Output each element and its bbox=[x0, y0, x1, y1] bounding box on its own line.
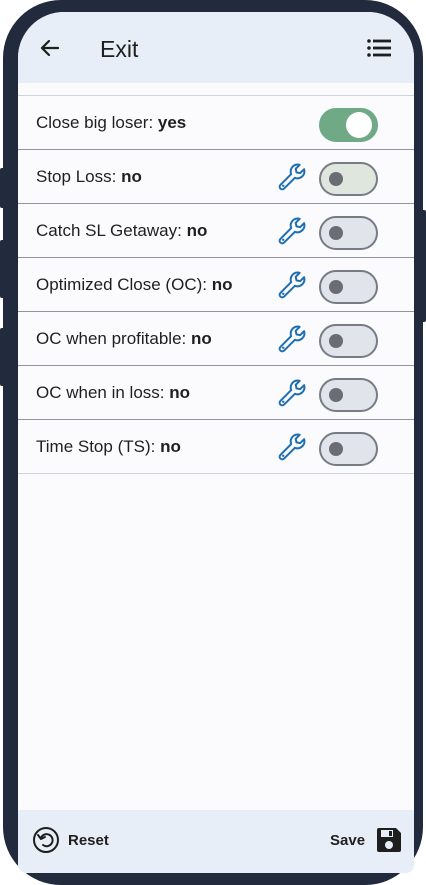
setting-value: no bbox=[121, 167, 142, 186]
toggle-knob bbox=[329, 442, 343, 456]
side-button bbox=[0, 328, 5, 386]
page-title: Exit bbox=[100, 36, 139, 62]
setting-row: Close big loser: yes bbox=[18, 96, 414, 150]
list-icon bbox=[367, 39, 391, 57]
toggle-switch[interactable] bbox=[319, 270, 378, 304]
setting-label: Close big loser: yes bbox=[36, 113, 186, 133]
setting-label: Stop Loss: no bbox=[36, 167, 142, 187]
wrench-icon[interactable] bbox=[276, 431, 308, 463]
setting-label: Time Stop (TS): no bbox=[36, 437, 181, 457]
setting-row: Stop Loss: no bbox=[18, 150, 414, 204]
toggle-switch[interactable] bbox=[319, 108, 378, 142]
app-header: Exit bbox=[18, 12, 414, 83]
setting-name: Optimized Close (OC): bbox=[36, 275, 212, 294]
setting-value: no bbox=[169, 383, 191, 402]
side-button bbox=[421, 210, 426, 322]
setting-label: Catch SL Getaway: no bbox=[36, 221, 207, 241]
arrow-left-icon bbox=[40, 39, 60, 57]
wrench-icon[interactable] bbox=[276, 161, 308, 193]
wrench-icon[interactable] bbox=[276, 323, 308, 355]
wrench-icon[interactable] bbox=[276, 377, 308, 409]
toggle-knob bbox=[329, 226, 343, 240]
setting-value: no bbox=[190, 329, 212, 348]
floppy-disk-icon bbox=[377, 828, 402, 852]
setting-row: Time Stop (TS): no bbox=[18, 420, 414, 474]
setting-value: no bbox=[160, 437, 181, 456]
setting-row: OC when profitable: no bbox=[18, 312, 414, 366]
back-button[interactable] bbox=[38, 36, 62, 60]
wrench-icon[interactable] bbox=[276, 269, 308, 301]
menu-button[interactable] bbox=[366, 36, 394, 60]
wrench-icon[interactable] bbox=[276, 215, 308, 247]
setting-name: Stop Loss: bbox=[36, 167, 122, 186]
setting-name: OC when profitable: bbox=[36, 329, 191, 348]
setting-name: OC when in loss: bbox=[36, 383, 170, 402]
setting-value: no bbox=[211, 275, 233, 294]
setting-row: Optimized Close (OC): no bbox=[18, 258, 414, 312]
phone-frame: Exit Close big loser: yes Stop Loss: no Ca… bbox=[0, 0, 426, 885]
setting-name: Time Stop (TS): bbox=[36, 437, 161, 456]
settings-list: Close big loser: yes Stop Loss: no Catch S… bbox=[18, 95, 414, 474]
setting-label: OC when in loss: no bbox=[36, 383, 190, 403]
toggle-knob bbox=[329, 388, 343, 402]
toggle-knob bbox=[329, 334, 343, 348]
toggle-knob bbox=[346, 112, 372, 138]
save-button[interactable]: Save bbox=[330, 825, 403, 855]
side-button bbox=[0, 168, 5, 208]
toggle-knob bbox=[329, 172, 343, 186]
side-button bbox=[0, 240, 5, 298]
setting-value: no bbox=[186, 221, 208, 240]
save-label: Save bbox=[330, 831, 366, 849]
app-footer: Reset Save bbox=[18, 810, 414, 873]
toggle-switch[interactable] bbox=[319, 324, 378, 358]
reset-button[interactable]: Reset bbox=[32, 825, 109, 855]
setting-row: Catch SL Getaway: no bbox=[18, 204, 414, 258]
setting-row: OC when in loss: no bbox=[18, 366, 414, 420]
screen: Exit Close big loser: yes Stop Loss: no Ca… bbox=[18, 12, 414, 873]
setting-name: Catch SL Getaway: bbox=[36, 221, 187, 240]
toggle-switch[interactable] bbox=[319, 432, 378, 466]
toggle-switch[interactable] bbox=[319, 378, 378, 412]
undo-circle-icon bbox=[33, 827, 59, 853]
reset-label: Reset bbox=[68, 831, 109, 849]
toggle-knob bbox=[329, 280, 343, 294]
setting-value: yes bbox=[157, 113, 187, 132]
toggle-switch[interactable] bbox=[319, 216, 378, 250]
toggle-switch[interactable] bbox=[319, 162, 378, 196]
setting-label: Optimized Close (OC): no bbox=[36, 275, 232, 295]
setting-name: Close big loser: bbox=[36, 113, 158, 132]
setting-label: OC when profitable: no bbox=[36, 329, 212, 349]
